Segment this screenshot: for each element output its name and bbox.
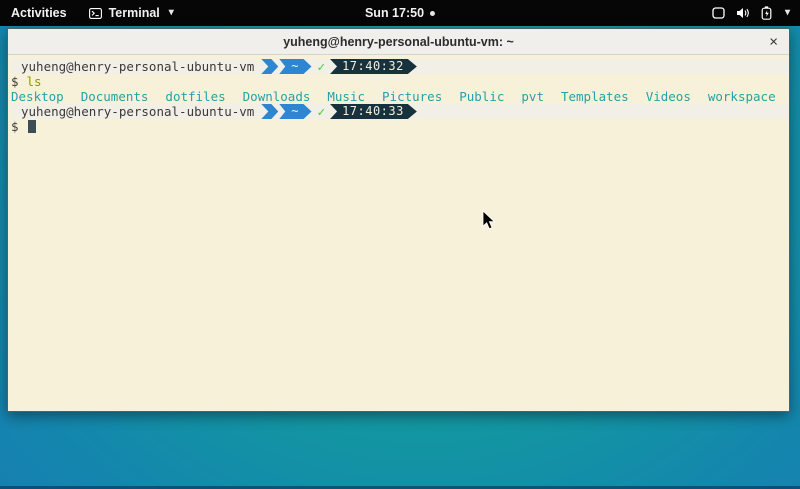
prompt-timestamp: 17:40:32 [330, 59, 417, 74]
app-menu-button[interactable]: Terminal ▾ [78, 0, 185, 26]
directory-name: Documents [81, 89, 149, 104]
terminal-window: yuheng@henry-personal-ubuntu-vm: ~ × yuh… [7, 28, 790, 412]
clock-label: Sun 17:50 [365, 6, 424, 20]
prompt-timestamp: 17:40:33 [330, 104, 417, 119]
terminal-screen[interactable]: yuheng@henry-personal-ubuntu-vm ~ ✓ 17:4… [8, 55, 789, 411]
system-status-area[interactable]: ▾ [702, 0, 800, 26]
top-bar: Activities Terminal ▾ Sun 17:50 [0, 0, 800, 26]
shell-prompt-symbol: $ [11, 74, 19, 89]
chevron-down-icon: ▾ [785, 7, 790, 18]
terminal-app-icon [89, 8, 102, 19]
volume-icon [736, 7, 750, 19]
powerline-arrow-icon [261, 59, 278, 74]
prompt-line: yuheng@henry-personal-ubuntu-vm ~ ✓ 17:4… [11, 59, 789, 74]
prompt-user-host: yuheng@henry-personal-ubuntu-vm [21, 104, 254, 119]
directory-name: Public [459, 89, 504, 104]
input-line: $ [11, 119, 789, 134]
directory-name: Templates [561, 89, 629, 104]
directory-name: pvt [521, 89, 544, 104]
check-icon: ✓ [318, 59, 326, 74]
check-icon: ✓ [318, 104, 326, 119]
command-line: $ ls [11, 74, 789, 89]
typed-command: ls [27, 74, 42, 89]
powerline-arrow-icon [261, 104, 278, 119]
text-cursor [28, 120, 36, 133]
prompt-path-segment: ~ [279, 59, 311, 74]
prompt-user-host: yuheng@henry-personal-ubuntu-vm [21, 59, 254, 74]
clock-button[interactable]: Sun 17:50 [355, 0, 445, 26]
title-bar[interactable]: yuheng@henry-personal-ubuntu-vm: ~ × [8, 29, 789, 55]
directory-name: Downloads [243, 89, 311, 104]
window-title: yuheng@henry-personal-ubuntu-vm: ~ [283, 35, 514, 49]
notification-dot [430, 11, 435, 16]
chevron-down-icon: ▾ [169, 7, 174, 18]
prompt-line: yuheng@henry-personal-ubuntu-vm ~ ✓ 17:4… [11, 104, 789, 119]
ls-output-line: Desktop Documents dotfiles Downloads Music Pi… [11, 89, 789, 104]
screen-icon [712, 7, 725, 19]
directory-name: workspace [708, 89, 776, 104]
directory-name: Pictures [382, 89, 442, 104]
directory-name: dotfiles [165, 89, 225, 104]
desktop: Activities Terminal ▾ Sun 17:50 [0, 0, 800, 489]
battery-charging-icon [761, 6, 772, 20]
shell-prompt-symbol: $ [11, 119, 19, 134]
close-button[interactable]: × [769, 34, 778, 49]
activities-button[interactable]: Activities [0, 0, 78, 26]
top-bar-left: Activities Terminal ▾ [0, 0, 185, 26]
prompt-path-segment: ~ [279, 104, 311, 119]
directory-name: Videos [646, 89, 691, 104]
directory-name: Desktop [11, 89, 64, 104]
app-menu-label: Terminal [109, 6, 160, 20]
directory-name: Music [327, 89, 365, 104]
